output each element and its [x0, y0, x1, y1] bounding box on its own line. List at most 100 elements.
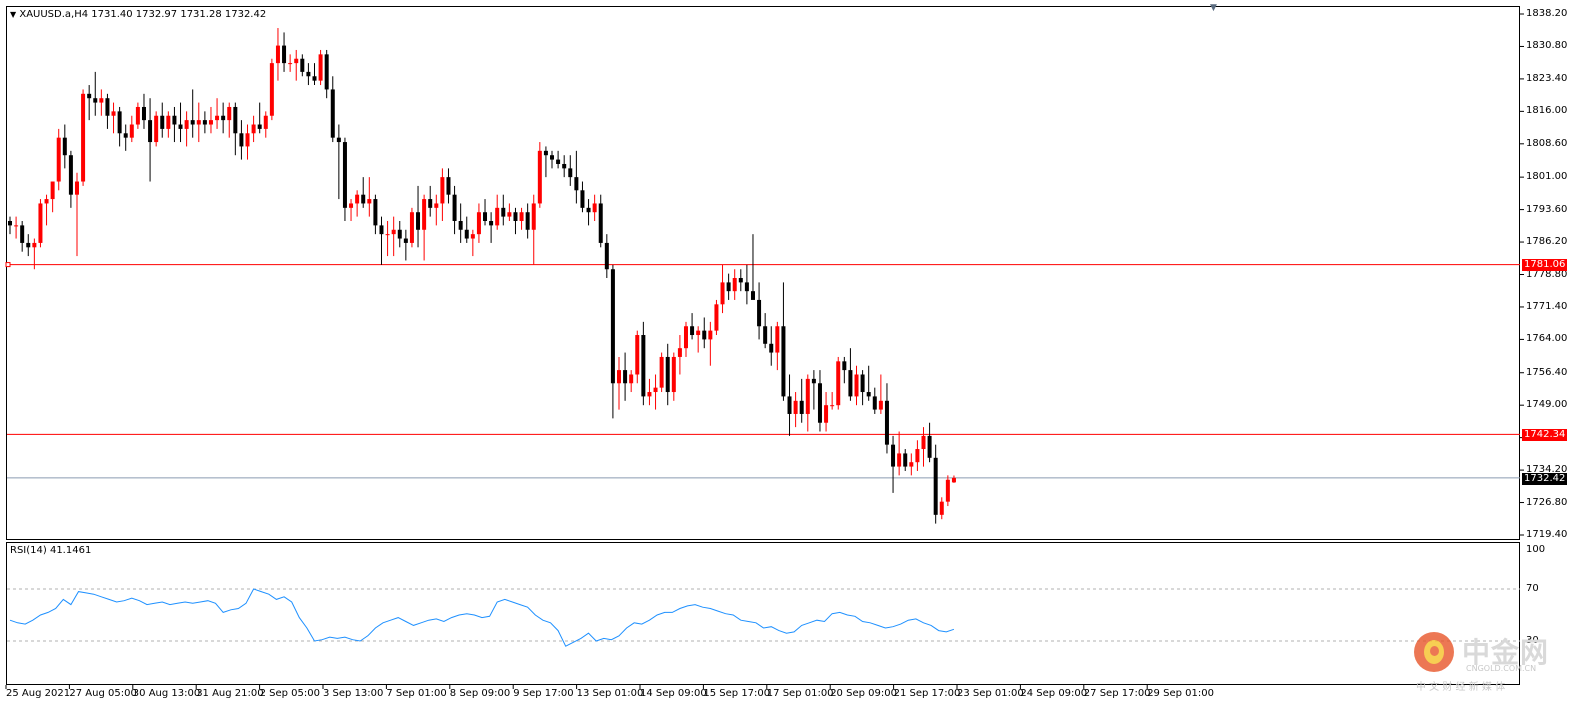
- candle-body: [373, 199, 378, 226]
- candle-body: [860, 374, 865, 393]
- price-axis-label: 1816.00: [1526, 105, 1568, 117]
- candle-body: [38, 203, 43, 243]
- candle-body: [483, 212, 488, 221]
- candle-body: [714, 304, 719, 331]
- candle-body: [336, 137, 341, 143]
- candle-body: [683, 326, 688, 349]
- candle-body: [20, 225, 25, 243]
- candle-body: [26, 242, 31, 248]
- candle-body: [775, 326, 780, 353]
- trading-chart-window: ▼ XAUUSD.a,H4 1731.40 1732.97 1731.28 17…: [0, 0, 1586, 710]
- candle-body: [275, 45, 280, 64]
- candle-body: [659, 356, 664, 388]
- candle-body: [653, 387, 658, 393]
- candle-body: [501, 207, 506, 217]
- candle-body: [14, 225, 19, 227]
- candle-body: [921, 435, 926, 450]
- candle-body: [854, 374, 859, 397]
- price-axis-label: 1808.60: [1526, 137, 1568, 149]
- candle-body: [592, 203, 597, 213]
- candle-body: [123, 133, 128, 138]
- scroll-marker-icon[interactable]: ▼: [1210, 3, 1217, 13]
- level-handle-icon: [5, 262, 11, 268]
- candle-body: [757, 299, 762, 327]
- candle-body: [665, 356, 670, 393]
- candle-body: [141, 106, 146, 121]
- date-axis-label: 31 Aug 21:00: [196, 688, 264, 699]
- rsi-header: RSI(14) 41.1461: [10, 545, 92, 556]
- candle-body: [62, 137, 67, 156]
- candle-body: [32, 242, 37, 248]
- candle-body: [166, 115, 171, 129]
- candle-body: [470, 234, 475, 239]
- candle-body: [897, 453, 902, 467]
- candle-body: [556, 159, 561, 164]
- date-axis-label: 7 Sep 01:00: [386, 688, 447, 699]
- candle-body: [866, 392, 871, 397]
- candle-body: [598, 203, 603, 243]
- candle-body: [318, 54, 323, 81]
- date-axis-label: 24 Sep 09:00: [1020, 688, 1088, 699]
- candle-body: [945, 479, 950, 502]
- candle-body: [690, 326, 695, 336]
- candle-body: [647, 392, 652, 397]
- candle-body: [172, 115, 177, 125]
- date-axis-label: 30 Aug 13:00: [132, 688, 201, 699]
- date-axis-label: 21 Sep 17:00: [893, 688, 961, 699]
- candle-body: [750, 291, 755, 300]
- candle-body: [251, 124, 256, 134]
- candle-body: [848, 370, 853, 397]
- candle-body: [531, 203, 536, 230]
- candle-body: [8, 220, 12, 226]
- candle-body: [379, 225, 384, 235]
- triangle-down-icon[interactable]: ▼: [10, 10, 16, 19]
- candle-body: [604, 242, 609, 270]
- candle-body: [550, 155, 555, 160]
- rsi-axis-label: 100: [1526, 544, 1546, 555]
- candle-body: [196, 120, 201, 125]
- date-axis-label: 23 Sep 01:00: [957, 688, 1024, 699]
- candle-body: [446, 177, 451, 195]
- candle-body: [525, 212, 530, 230]
- candle-body: [111, 111, 116, 116]
- candle-body: [507, 212, 512, 217]
- candle-body: [190, 120, 195, 125]
- watermark: 中金网 CNGOLD.COM.CN 中 文 财 经 新 媒 体: [1412, 628, 1558, 694]
- candle-body: [903, 453, 908, 467]
- candle-body: [68, 155, 73, 195]
- candle-body: [744, 282, 749, 292]
- candle-body: [239, 133, 244, 147]
- candle-body: [805, 378, 810, 414]
- candle-body: [355, 194, 360, 204]
- candle-body: [257, 124, 262, 129]
- candle-body: [184, 120, 189, 129]
- watermark-slogan: 中 文 财 经 新 媒 体: [1416, 682, 1506, 693]
- candle-body: [306, 71, 311, 77]
- candle-body: [56, 137, 61, 182]
- candle-body: [245, 133, 250, 147]
- candle-body: [811, 378, 816, 384]
- candle-body: [781, 326, 786, 397]
- price-axis-label: 1786.20: [1526, 236, 1568, 248]
- candle-body: [349, 203, 354, 208]
- symbol-info: XAUUSD.a,H4 1731.40 1732.97 1731.28 1732…: [19, 9, 267, 20]
- price-axis-label: 1801.00: [1526, 171, 1568, 183]
- candle-body: [738, 278, 743, 283]
- price-axis-label: 1726.80: [1526, 496, 1568, 508]
- candle-body: [476, 212, 481, 235]
- candle-body: [787, 396, 792, 414]
- candle-body: [836, 361, 841, 406]
- candle-body: [269, 63, 274, 116]
- candle-body: [99, 98, 104, 103]
- candle-body: [537, 150, 542, 204]
- candle-body: [763, 326, 768, 344]
- candle-body: [562, 163, 567, 169]
- candle-body: [617, 370, 621, 384]
- price-axis-label: 1830.80: [1526, 40, 1568, 52]
- candle-body: [799, 400, 804, 414]
- watermark-url: CNGOLD.COM.CN: [1466, 664, 1537, 673]
- candle-body: [300, 58, 305, 72]
- candle-body: [434, 203, 439, 208]
- candle-body: [519, 212, 524, 221]
- date-axis-label: 27 Sep 17:00: [1083, 688, 1151, 699]
